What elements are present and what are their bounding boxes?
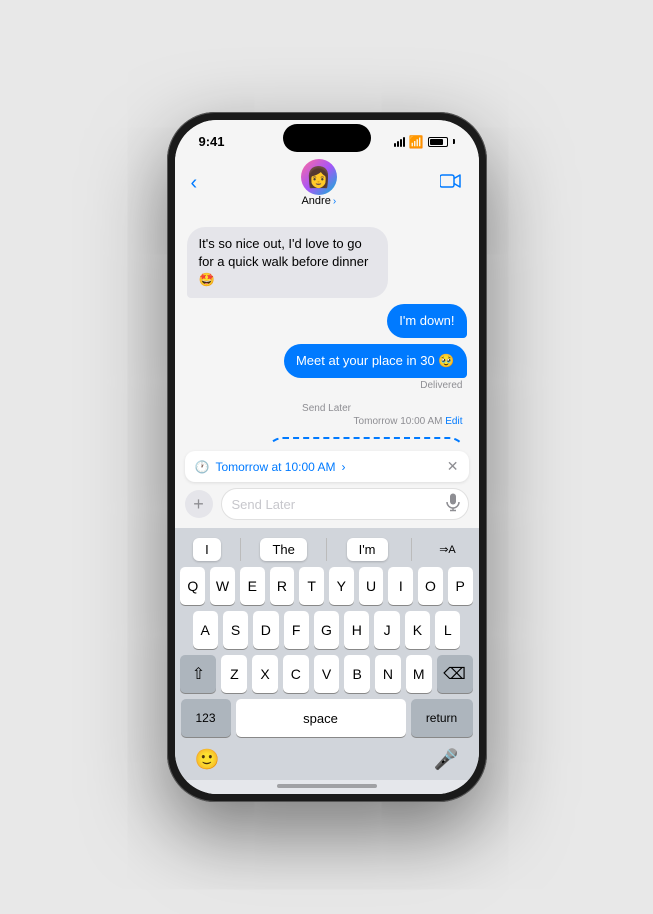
key-g[interactable]: G bbox=[314, 611, 339, 649]
key-y[interactable]: Y bbox=[329, 567, 354, 605]
nav-header: ‹ 👩 Andre › bbox=[175, 155, 479, 217]
phone-frame: 9:41 📶 ‹ 👩 bbox=[167, 112, 487, 802]
key-v[interactable]: V bbox=[314, 655, 340, 693]
key-u[interactable]: U bbox=[359, 567, 384, 605]
input-area: 🕐 Tomorrow at 10:00 AM › ✕ + Send Later bbox=[175, 443, 479, 528]
key-o[interactable]: O bbox=[418, 567, 443, 605]
key-row-2: A S D F G H J K L bbox=[181, 611, 473, 649]
space-key[interactable]: space bbox=[236, 699, 406, 737]
close-icon[interactable]: ✕ bbox=[447, 458, 459, 475]
bottom-bar: 🙂 🎤 bbox=[175, 741, 479, 780]
message-bubble-sent-2: Meet at your place in 30 🥹 bbox=[284, 344, 467, 378]
message-text: Meet at your place in 30 🥹 bbox=[296, 353, 455, 368]
banner-chevron-icon: › bbox=[342, 460, 346, 474]
num-key[interactable]: 123 bbox=[181, 699, 231, 737]
bottom-mic-button[interactable]: 🎤 bbox=[434, 747, 459, 772]
input-row: + Send Later bbox=[185, 488, 469, 520]
key-e[interactable]: E bbox=[240, 567, 265, 605]
aa-icon: ⇒A bbox=[439, 543, 456, 556]
send-later-label: Send Later bbox=[187, 403, 467, 414]
key-a[interactable]: A bbox=[193, 611, 218, 649]
chevron-left-icon: ‹ bbox=[191, 172, 198, 195]
message-input[interactable]: Send Later bbox=[221, 488, 469, 520]
key-rows: Q W E R T Y U I O P A S D F G bbox=[178, 567, 476, 737]
input-placeholder: Send Later bbox=[232, 497, 296, 512]
dynamic-island bbox=[283, 124, 371, 152]
message-text: I'm down! bbox=[399, 313, 454, 328]
key-z[interactable]: Z bbox=[221, 655, 247, 693]
send-later-banner-content: 🕐 Tomorrow at 10:00 AM › bbox=[195, 460, 346, 474]
wifi-icon: 📶 bbox=[409, 135, 424, 149]
back-button[interactable]: ‹ bbox=[191, 172, 198, 195]
key-row-4: 123 space return bbox=[181, 699, 473, 737]
key-c[interactable]: C bbox=[283, 655, 309, 693]
delete-key[interactable]: ⌫ bbox=[437, 655, 473, 693]
key-d[interactable]: D bbox=[253, 611, 278, 649]
contact-info: 👩 Andre › bbox=[301, 159, 337, 207]
message-bubble-received-1: It's so nice out, I'd love to go for a q… bbox=[187, 227, 389, 298]
key-n[interactable]: N bbox=[375, 655, 401, 693]
edit-link[interactable]: Edit bbox=[445, 416, 462, 427]
home-bar bbox=[277, 784, 377, 788]
emoji-button[interactable]: 🙂 bbox=[195, 747, 220, 772]
messages-area: It's so nice out, I'd love to go for a q… bbox=[175, 217, 479, 443]
send-later-section: Send Later Tomorrow 10:00 AM Edit bbox=[187, 401, 467, 427]
key-h[interactable]: H bbox=[344, 611, 369, 649]
return-key[interactable]: return bbox=[411, 699, 473, 737]
send-later-banner[interactable]: 🕐 Tomorrow at 10:00 AM › ✕ bbox=[185, 451, 469, 482]
send-later-banner-time: Tomorrow at 10:00 AM bbox=[215, 460, 335, 474]
message-bubble-sent-1: I'm down! bbox=[387, 304, 466, 338]
contact-chevron: › bbox=[333, 196, 336, 207]
message-text: It's so nice out, I'd love to go for a q… bbox=[199, 236, 369, 287]
key-s[interactable]: S bbox=[223, 611, 248, 649]
key-b[interactable]: B bbox=[344, 655, 370, 693]
video-call-button[interactable] bbox=[440, 172, 462, 195]
message-group-sent: I'm down! bbox=[187, 304, 467, 338]
keyboard: I The I'm ⇒A Q W bbox=[175, 528, 479, 741]
key-p[interactable]: P bbox=[448, 567, 473, 605]
key-row-1: Q W E R T Y U I O P bbox=[181, 567, 473, 605]
avatar: 👩 bbox=[301, 159, 337, 195]
mic-icon[interactable] bbox=[446, 494, 460, 515]
plus-icon: + bbox=[193, 494, 204, 515]
shift-key[interactable]: ⇧ bbox=[180, 655, 216, 693]
send-later-time: Tomorrow 10:00 AM Edit bbox=[187, 416, 467, 427]
key-w[interactable]: W bbox=[210, 567, 235, 605]
plus-button[interactable]: + bbox=[185, 490, 213, 518]
key-m[interactable]: M bbox=[406, 655, 432, 693]
phone-screen: 9:41 📶 ‹ 👩 bbox=[175, 120, 479, 794]
suggestion-im[interactable]: I'm bbox=[347, 538, 388, 561]
suggestion-the[interactable]: The bbox=[260, 538, 306, 561]
key-r[interactable]: R bbox=[270, 567, 295, 605]
message-group-sent-2: Meet at your place in 30 🥹 Delivered bbox=[187, 344, 467, 391]
home-indicator-area bbox=[175, 780, 479, 794]
battery-tip bbox=[453, 139, 455, 144]
key-row-3: ⇧ Z X C V B N M ⌫ bbox=[181, 655, 473, 693]
key-l[interactable]: L bbox=[435, 611, 460, 649]
key-f[interactable]: F bbox=[284, 611, 309, 649]
signal-icon bbox=[394, 137, 405, 147]
contact-name[interactable]: Andre › bbox=[301, 195, 336, 207]
status-time: 9:41 bbox=[199, 134, 225, 149]
key-t[interactable]: T bbox=[299, 567, 324, 605]
suggestion-i[interactable]: I bbox=[193, 538, 221, 561]
key-j[interactable]: J bbox=[374, 611, 399, 649]
battery-icon bbox=[428, 137, 448, 147]
key-q[interactable]: Q bbox=[180, 567, 205, 605]
key-i[interactable]: I bbox=[388, 567, 413, 605]
key-x[interactable]: X bbox=[252, 655, 278, 693]
key-k[interactable]: K bbox=[405, 611, 430, 649]
status-icons: 📶 bbox=[394, 135, 455, 149]
suggestions-row: I The I'm ⇒A bbox=[178, 534, 476, 567]
clock-icon: 🕐 bbox=[195, 460, 210, 474]
delivered-label: Delivered bbox=[420, 380, 466, 391]
suggestion-aa[interactable]: ⇒A bbox=[435, 538, 460, 561]
